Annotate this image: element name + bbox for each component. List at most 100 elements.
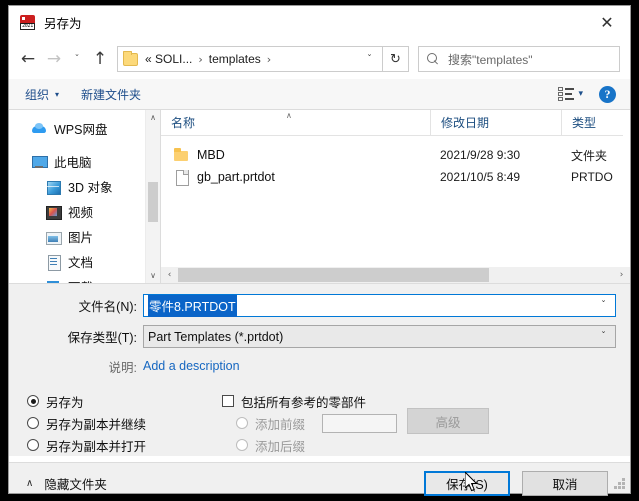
sidebar-item-label: 图片 — [68, 231, 94, 245]
sidebar-item-label: 下载 — [68, 277, 93, 283]
hscrollbar-track[interactable] — [178, 267, 613, 283]
forward-icon[interactable]: → — [41, 46, 67, 72]
radio-save-as[interactable]: 另存为 — [27, 390, 222, 412]
table-row[interactable]: MBD 2021/9/28 9:30 文件夹 — [161, 144, 630, 166]
chevron-down-icon: ▾ — [55, 89, 60, 99]
sidebar-item-this-pc[interactable]: 此电脑 — [9, 149, 160, 174]
radio-save-copy-open[interactable]: 另存为副本并打开 — [27, 434, 222, 456]
refresh-icon[interactable]: ↻ — [383, 46, 409, 72]
file-list-pane: 名称 ∧ 修改日期 类型 MBD 2021/9/28 9:30 文件夹 gb_p… — [160, 110, 630, 283]
folder-icon — [173, 147, 189, 163]
filetype-select[interactable]: Part Templates (*.prtdot) ˇ — [143, 325, 616, 348]
filename-row: 文件名(N): 零件8.PRTDOT ˇ — [9, 293, 630, 318]
sidebar-item-label: 3D 对象 — [68, 181, 113, 195]
radio-add-prefix[interactable]: 添加前缀 — [222, 412, 305, 434]
sidebar-item-pictures[interactable]: 图片 — [9, 224, 160, 249]
scroll-down-icon[interactable]: ∨ — [146, 268, 160, 283]
scroll-up-icon[interactable]: ∧ — [146, 110, 160, 125]
radio-label: 另存为 — [46, 395, 84, 410]
scroll-left-icon[interactable]: ‹ — [161, 267, 178, 283]
checkbox-label: 包括所有参考的零部件 — [241, 395, 367, 410]
pictures-icon — [45, 229, 62, 245]
folder-icon — [123, 50, 138, 66]
radio-indicator — [27, 395, 39, 407]
sidebar-item-documents[interactable]: 文档 — [9, 249, 160, 274]
column-label: 修改日期 — [441, 116, 490, 130]
breadcrumb-item-0[interactable]: « SOLI... — [143, 52, 194, 66]
filename-label: 文件名(N): — [78, 300, 137, 314]
hscrollbar-thumb[interactable] — [178, 268, 489, 282]
column-header-type[interactable]: 类型 — [561, 110, 630, 136]
search-icon — [427, 52, 440, 66]
sidebar-item-label: 此电脑 — [54, 156, 92, 170]
reference-options: 包括所有参考的零部件 添加前缀 高级 添加后缀 — [222, 390, 630, 456]
view-chevron-down-icon[interactable]: ▾ — [578, 89, 583, 99]
column-label: 类型 — [572, 116, 597, 130]
help-icon[interactable]: ? — [599, 85, 616, 103]
file-type-cell: 文件夹 — [571, 148, 608, 163]
hide-folders-toggle[interactable]: ∧ 隐藏文件夹 — [26, 474, 107, 493]
chevron-down-icon[interactable]: ˇ — [359, 54, 380, 65]
hide-folders-label: 隐藏文件夹 — [44, 478, 107, 492]
cloud-icon — [31, 121, 47, 137]
sidebar-item-videos[interactable]: 视频 — [9, 199, 160, 224]
table-row[interactable]: gb_part.prtdot 2021/10/5 8:49 PRTDO — [161, 166, 630, 188]
filename-value: 零件8.PRTDOT — [148, 294, 237, 317]
sidebar-item-downloads[interactable]: 下载 — [9, 274, 160, 283]
sidebar-scrollbar[interactable]: ∧ ∨ — [145, 110, 160, 283]
scroll-right-icon[interactable]: › — [613, 267, 630, 283]
scrollbar-thumb[interactable] — [148, 182, 158, 222]
videos-icon — [45, 204, 62, 220]
save-button[interactable]: 保存(S) — [424, 471, 510, 496]
breadcrumb[interactable]: « SOLI... › templates › ˇ — [117, 46, 383, 72]
affix-text-input[interactable] — [322, 414, 397, 433]
description-row: 说明: Add a description — [9, 355, 630, 377]
column-header-name[interactable]: 名称 ∧ — [161, 110, 430, 136]
documents-icon — [45, 254, 61, 271]
sidebar-item-label: 视频 — [68, 206, 94, 220]
advanced-button[interactable]: 高级 — [407, 408, 489, 434]
chevron-down-icon[interactable]: ˇ — [601, 300, 615, 311]
add-description-link[interactable]: Add a description — [143, 359, 240, 373]
filename-input[interactable]: 零件8.PRTDOT ˇ — [143, 294, 616, 317]
back-icon[interactable]: ← — [15, 46, 41, 72]
sidebar-item-wps[interactable]: WPS网盘 — [9, 116, 160, 141]
sidebar-item-label: WPS网盘 — [54, 123, 108, 137]
radio-indicator — [236, 417, 248, 429]
radio-add-suffix[interactable]: 添加后缀 — [222, 434, 630, 456]
up-icon[interactable]: ↑ — [87, 46, 113, 72]
close-icon[interactable]: ✕ — [584, 6, 630, 38]
cancel-button[interactable]: 取消 — [522, 471, 608, 496]
radio-label: 添加前缀 — [255, 417, 306, 432]
search-placeholder: 搜索"templates" — [448, 52, 533, 67]
file-list-horizontal-scrollbar[interactable]: ‹ › — [161, 267, 630, 283]
file-date-cell: 2021/10/5 8:49 — [440, 170, 521, 184]
navigation-sidebar: WPS网盘 此电脑 3D 对象 视频 图片 文档 ∧ ∨ — [9, 110, 160, 283]
file-name-cell: gb_part.prtdot — [161, 169, 430, 186]
new-folder-label: 新建文件夹 — [81, 87, 142, 102]
breadcrumb-item-1[interactable]: templates — [207, 52, 263, 66]
file-list-vertical-gutter — [623, 110, 630, 283]
search-input[interactable]: 搜索"templates" — [418, 46, 620, 72]
sidebar-item-label: 文档 — [68, 256, 94, 270]
view-layout-icon[interactable] — [558, 87, 575, 101]
organize-button[interactable]: 组织 ▾ — [25, 86, 59, 103]
resize-grip[interactable] — [614, 478, 626, 490]
options-area: 另存为 另存为副本并继续 另存为副本并打开 包括所有参考的零部件 添加前缀 高级… — [9, 382, 630, 456]
breadcrumb-separator-2: › — [266, 52, 272, 66]
radio-save-copy-continue[interactable]: 另存为副本并继续 — [27, 412, 222, 434]
new-folder-button[interactable]: 新建文件夹 — [81, 86, 141, 103]
title-bar: 2021 另存为 ✕ — [9, 6, 630, 39]
radio-label: 另存为副本并打开 — [46, 439, 147, 454]
filetype-row: 保存类型(T): Part Templates (*.prtdot) ˇ — [9, 324, 630, 349]
recent-locations-icon[interactable]: ˇ — [67, 46, 87, 72]
file-name: gb_part.prtdot — [197, 170, 275, 184]
radio-label: 添加后缀 — [255, 439, 306, 454]
breadcrumb-separator: › — [198, 52, 203, 66]
description-label: 说明: — [108, 360, 137, 375]
command-bar: 组织 ▾ 新建文件夹 ▾ ? — [9, 79, 630, 110]
save-as-dialog: 2021 另存为 ✕ ← → ˇ ↑ « SOLI... › templates… — [8, 5, 631, 496]
chevron-down-icon[interactable]: ˇ — [601, 331, 615, 342]
sidebar-item-3d-objects[interactable]: 3D 对象 — [9, 174, 160, 199]
column-header-date[interactable]: 修改日期 — [430, 110, 561, 136]
